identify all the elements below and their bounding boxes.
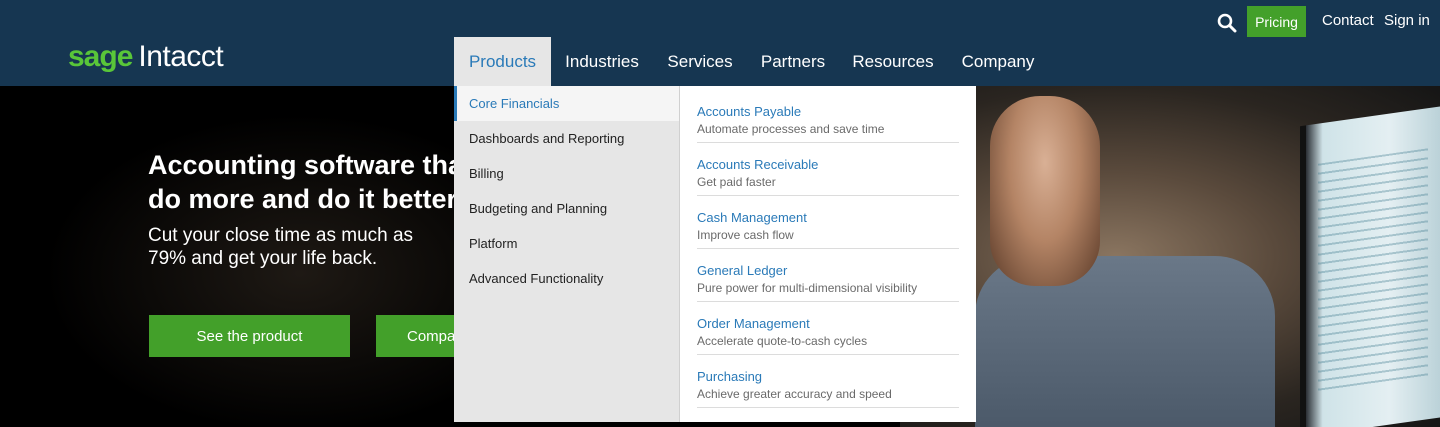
submenu-item-title: Order Management xyxy=(697,316,810,331)
hero-monitor-screen xyxy=(1318,148,1428,394)
submenu-accounts-receivable[interactable]: Accounts Receivable Get paid faster xyxy=(697,143,959,196)
submenu-item-description: Improve cash flow xyxy=(697,228,794,242)
search-icon[interactable] xyxy=(1217,12,1237,34)
nav-company[interactable]: Company xyxy=(947,37,1049,86)
hero-title-line-1: Accounting software that xyxy=(148,150,468,180)
submenu-order-management[interactable]: Order Management Accelerate quote-to-cas… xyxy=(697,302,959,355)
sage-intacct-logo[interactable]: sage Intacct xyxy=(68,40,224,76)
submenu-accounts-payable[interactable]: Accounts Payable Automate processes and … xyxy=(697,90,959,143)
submenu-item-title: Accounts Payable xyxy=(697,104,802,119)
category-core-financials[interactable]: Core Financials xyxy=(454,86,679,121)
hero-title-line-2: do more and do it better xyxy=(148,184,458,214)
category-dashboards-reporting[interactable]: Dashboards and Reporting xyxy=(454,121,679,156)
hero-title: Accounting software that do more and do … xyxy=(148,148,468,216)
category-budgeting-planning[interactable]: Budgeting and Planning xyxy=(454,191,679,226)
category-billing[interactable]: Billing xyxy=(454,156,679,191)
submenu-item-description: Pure power for multi-dimensional visibil… xyxy=(697,281,918,295)
submenu-item-description: Accelerate quote-to-cash cycles xyxy=(697,334,868,348)
submenu-item-title: General Ledger xyxy=(697,263,788,278)
nav-resources[interactable]: Resources xyxy=(839,37,947,86)
category-advanced-functionality[interactable]: Advanced Functionality xyxy=(454,261,679,296)
hero-subtitle: Cut your close time as much as 79% and g… xyxy=(148,225,414,269)
category-platform[interactable]: Platform xyxy=(454,226,679,261)
contact-link[interactable]: Contact xyxy=(1322,12,1374,29)
products-category-list: Core Financials Dashboards and Reporting… xyxy=(454,86,679,422)
see-the-product-button[interactable]: See the product xyxy=(149,315,350,357)
products-submenu: Accounts Payable Automate processes and … xyxy=(679,86,976,422)
submenu-general-ledger[interactable]: General Ledger Pure power for multi-dime… xyxy=(697,249,959,302)
compare-button[interactable]: Compar xyxy=(376,315,456,357)
hero-person-face xyxy=(990,96,1100,286)
nav-products[interactable]: Products xyxy=(454,37,551,86)
submenu-item-description: Automate processes and save time xyxy=(697,122,885,136)
sign-in-link[interactable]: Sign in xyxy=(1384,12,1430,29)
logo-intacct-text: Intacct xyxy=(138,40,224,73)
nav-services[interactable]: Services xyxy=(653,37,747,86)
submenu-item-description: Get paid faster xyxy=(697,175,776,189)
logo-sage-text: sage xyxy=(68,40,133,73)
submenu-cash-management[interactable]: Cash Management Improve cash flow xyxy=(697,196,959,249)
nav-industries[interactable]: Industries xyxy=(551,37,653,86)
pricing-button[interactable]: Pricing xyxy=(1247,6,1306,37)
submenu-purchasing[interactable]: Purchasing Achieve greater accuracy and … xyxy=(697,355,959,408)
submenu-item-title: Accounts Receivable xyxy=(697,157,819,172)
nav-partners[interactable]: Partners xyxy=(747,37,839,86)
submenu-item-title: Cash Management xyxy=(697,210,807,225)
submenu-item-title: Purchasing xyxy=(697,369,763,384)
submenu-item-description: Achieve greater accuracy and speed xyxy=(697,387,892,401)
